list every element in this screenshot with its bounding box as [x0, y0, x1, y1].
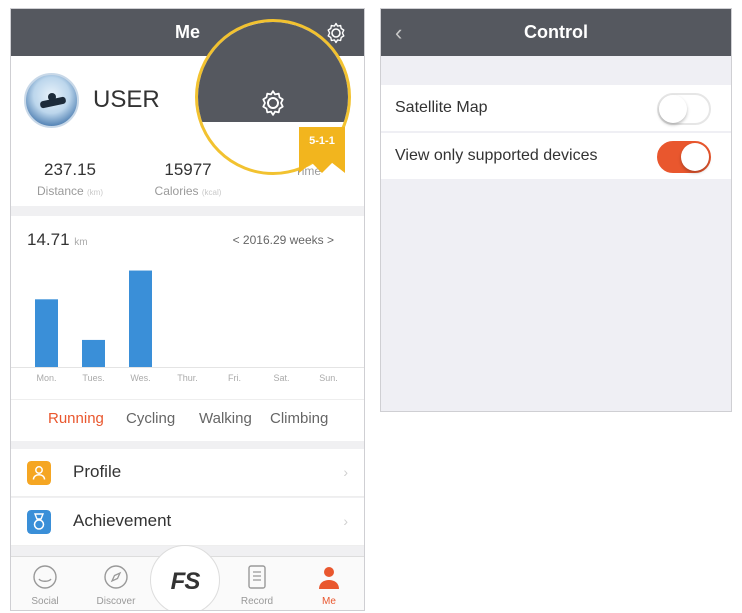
chart-day-label: Mon. — [36, 373, 56, 383]
fs-logo-button[interactable]: FS — [150, 545, 220, 610]
stat-value: 15977 — [164, 160, 212, 179]
week-selector[interactable]: < 2016.29 weeks > — [233, 233, 334, 247]
chart-bar-tues — [82, 339, 105, 367]
bottom-tab-bar: Social Discover FS Record Me — [11, 545, 364, 610]
stat-label: Distance — [36, 184, 84, 198]
chart-day-label: Tues. — [82, 373, 104, 383]
me-screen: Me USER 237.15 Distance (km) 15977 Calor… — [10, 8, 365, 611]
chart-bar-mon — [35, 299, 58, 367]
tab-bar-label: Discover — [96, 596, 136, 607]
setting-supported-devices: View only supported devices — [381, 133, 731, 179]
tab-bar-label: Record — [240, 596, 274, 607]
chart-axis — [11, 367, 364, 368]
record-icon — [248, 565, 266, 589]
user-name: USER — [93, 86, 160, 113]
menu-item-label: Achievement — [73, 511, 172, 530]
tab-climbing[interactable]: Climbing — [270, 410, 328, 427]
tab-bar-discover[interactable]: Discover — [86, 563, 146, 607]
tab-bar-me[interactable]: Me — [299, 563, 359, 607]
stat-label: Calories — [154, 184, 199, 198]
chart-bar-wes — [129, 270, 152, 367]
menu-item-profile[interactable]: Profile › — [11, 449, 364, 497]
gear-icon[interactable] — [258, 88, 288, 118]
supported-devices-toggle[interactable] — [657, 141, 711, 173]
stat-unit: (kcal) — [201, 188, 222, 197]
stat-unit: (km) — [87, 188, 104, 197]
chart-total-unit: km — [74, 237, 88, 248]
control-screen: ‹ Control Satellite Map View only suppor… — [380, 8, 732, 412]
step-badge: 5-1-1 — [299, 127, 345, 173]
fs-logo: FS — [170, 568, 201, 595]
stat-value: 237.15 — [44, 160, 96, 179]
setting-label: Satellite Map — [395, 99, 488, 116]
chart-total: 14.71 km — [27, 230, 88, 250]
menu-item-achievement[interactable]: Achievement › — [11, 498, 364, 546]
activity-tabs: Running Cycling Walking Climbing — [11, 399, 364, 441]
social-icon — [33, 565, 57, 589]
chart-day-label: Sat. — [273, 373, 289, 383]
weekly-chart: Mon. Tues. Wes. Thur. Fri. Sat. Sun. 14.71 km … — [11, 216, 364, 399]
setting-satellite-map: Satellite Map — [381, 85, 731, 131]
tab-bar-label: Me — [322, 596, 336, 607]
person-icon — [27, 461, 51, 485]
chevron-right-icon: › — [343, 464, 348, 480]
page-title: Control — [524, 22, 588, 42]
medal-icon — [27, 510, 51, 534]
person-icon — [319, 567, 339, 589]
tab-bar-label: Social — [31, 596, 59, 607]
chart-day-label: Fri. — [228, 373, 241, 383]
chart-day-label: Sun. — [319, 373, 338, 383]
chevron-right-icon: › — [343, 513, 348, 529]
menu-item-label: Profile — [73, 462, 122, 481]
tab-running[interactable]: Running — [48, 410, 104, 427]
satellite-map-toggle[interactable] — [657, 93, 711, 125]
tab-bar-social[interactable]: Social — [15, 563, 75, 607]
tab-bar-record[interactable]: Record — [227, 563, 287, 607]
stat-distance: 237.15 Distance (km) — [15, 160, 125, 198]
stat-calories: 15977 Calories (kcal) — [133, 160, 243, 198]
setting-label: View only supported devices — [395, 147, 598, 164]
chart-day-label: Wes. — [130, 373, 150, 383]
tab-cycling[interactable]: Cycling — [126, 410, 175, 427]
chart-total-value: 14.71 — [27, 230, 70, 249]
chart-day-label: Thur. — [177, 373, 198, 383]
nav-bar: ‹ Control — [381, 9, 731, 56]
avatar[interactable] — [24, 73, 79, 128]
compass-icon — [104, 565, 128, 589]
tab-walking[interactable]: Walking — [199, 410, 252, 427]
